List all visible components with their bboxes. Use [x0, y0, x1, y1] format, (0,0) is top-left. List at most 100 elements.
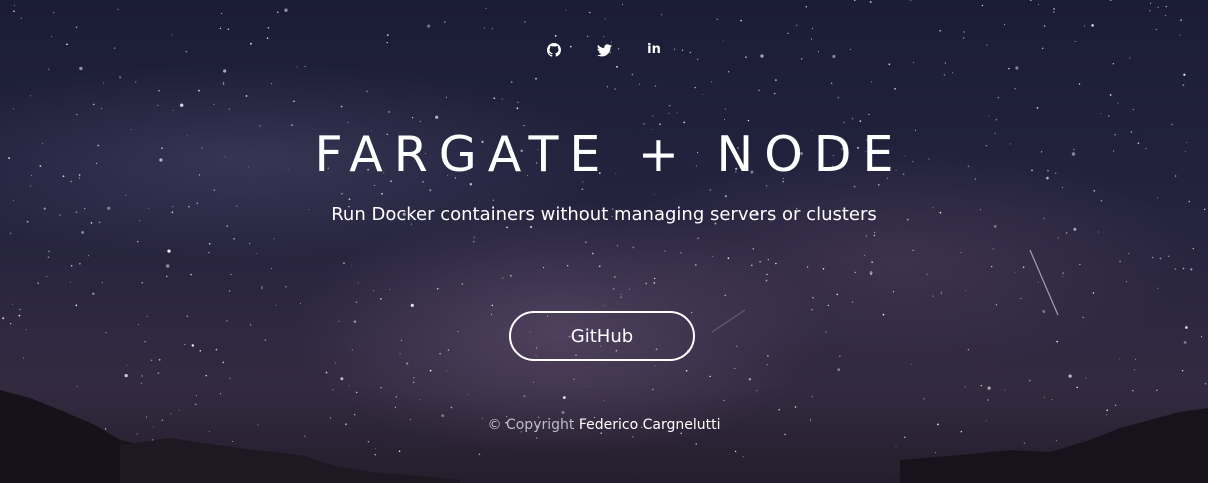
star: [93, 103, 95, 106]
star: [1052, 11, 1055, 13]
star: [250, 324, 252, 326]
star: [1135, 440, 1138, 442]
star: [388, 111, 390, 113]
star: [653, 193, 655, 195]
star: [766, 364, 768, 366]
star: [811, 308, 813, 311]
star: [992, 248, 994, 250]
star: [629, 288, 631, 290]
star: [191, 344, 195, 347]
star: [912, 249, 914, 251]
star: [1135, 442, 1138, 445]
star: [1190, 450, 1193, 453]
star: [13, 10, 15, 13]
star: [1112, 63, 1114, 65]
star: [485, 8, 487, 9]
star: [255, 451, 257, 453]
star: [1164, 14, 1167, 17]
star: [184, 344, 186, 346]
star: [960, 252, 962, 254]
star: [940, 291, 943, 294]
star: [1092, 292, 1095, 294]
shooting-star: [711, 309, 746, 333]
star: [1159, 448, 1161, 450]
star: [208, 252, 210, 254]
twitter-link[interactable]: [594, 40, 614, 60]
star: [347, 121, 349, 123]
author-link[interactable]: Federico Cargnelutti: [579, 417, 721, 433]
star: [869, 271, 873, 275]
star: [20, 17, 22, 19]
star: [843, 121, 846, 124]
star: [46, 275, 48, 278]
star: [284, 8, 288, 12]
star: [355, 301, 358, 304]
star: [429, 189, 432, 192]
star: [773, 92, 776, 95]
star: [591, 252, 594, 255]
star: [1111, 447, 1113, 450]
star: [238, 456, 240, 458]
star: [1043, 25, 1046, 27]
star: [742, 456, 744, 458]
star: [353, 320, 357, 323]
star: [587, 35, 589, 38]
star: [419, 120, 422, 123]
linkedin-link[interactable]: in: [644, 40, 664, 60]
star: [1100, 113, 1102, 114]
twitter-icon: [596, 43, 612, 56]
star: [165, 264, 170, 268]
star: [1038, 3, 1039, 5]
star: [631, 73, 634, 76]
star: [76, 386, 78, 388]
star: [413, 377, 415, 379]
star: [991, 265, 993, 268]
star: [912, 61, 914, 63]
star: [756, 390, 758, 392]
github-icon: [547, 43, 561, 57]
github-link[interactable]: [544, 40, 564, 60]
star: [561, 410, 565, 415]
star: [88, 255, 90, 257]
star: [63, 437, 66, 439]
star: [429, 369, 432, 372]
star: [1179, 34, 1181, 36]
star: [1055, 440, 1058, 442]
star: [871, 81, 873, 83]
star: [1037, 281, 1039, 283]
star: [751, 264, 753, 267]
star: [767, 355, 769, 357]
star: [219, 27, 222, 30]
star: [461, 283, 463, 285]
star: [1076, 386, 1078, 389]
star: [11, 303, 13, 305]
star: [652, 115, 654, 117]
star: [830, 82, 833, 85]
page-title: FARGATE + NODE: [314, 126, 905, 183]
star: [270, 268, 273, 270]
star: [795, 24, 798, 27]
star: [70, 265, 73, 267]
star: [869, 1, 872, 3]
star: [980, 385, 982, 387]
star: [171, 34, 173, 36]
star: [222, 361, 225, 364]
star: [325, 371, 328, 374]
star: [995, 119, 998, 121]
star: [589, 11, 591, 14]
star: [293, 100, 295, 103]
star: [172, 109, 174, 111]
star: [1132, 109, 1134, 111]
star: [334, 362, 336, 364]
star: [765, 279, 768, 282]
star: [584, 241, 587, 244]
star: [1084, 25, 1086, 27]
star: [150, 454, 153, 457]
star: [266, 37, 269, 39]
star: [501, 277, 504, 279]
star: [1020, 297, 1022, 299]
star: [340, 377, 344, 381]
star: [1098, 231, 1100, 233]
star: [536, 437, 538, 439]
github-button[interactable]: GitHub: [509, 311, 695, 361]
